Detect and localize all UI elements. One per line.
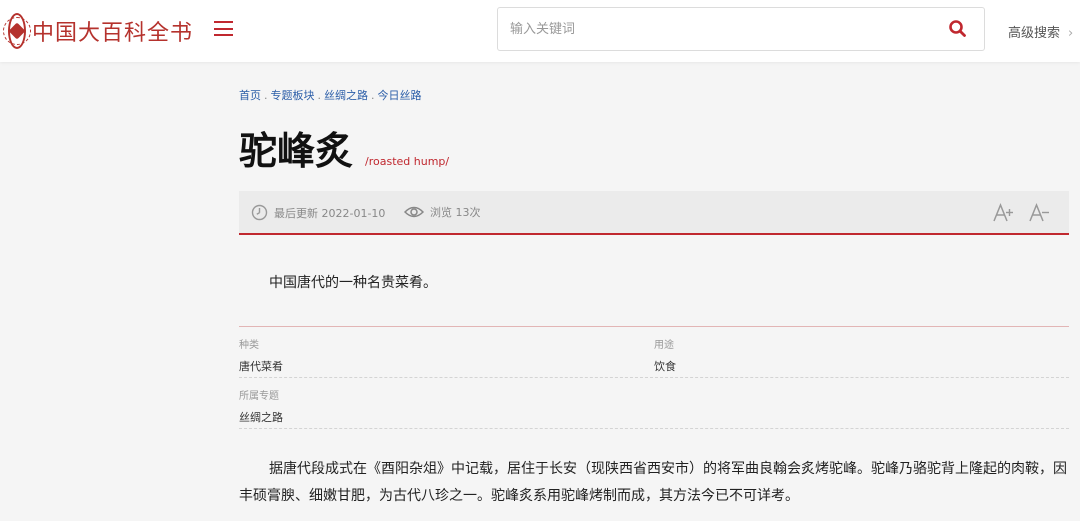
breadcrumb-today-silk-road[interactable]: 今日丝路	[378, 89, 422, 102]
view-count: 浏览 13次	[404, 204, 481, 220]
advanced-search-label: 高级搜索	[1008, 26, 1061, 41]
info-category-value: 唐代菜肴	[239, 360, 283, 373]
eye-icon	[404, 206, 424, 218]
hamburger-menu-icon[interactable]	[214, 21, 236, 39]
info-row-divider	[239, 377, 1069, 378]
breadcrumb-topics[interactable]: 专题板块	[271, 89, 315, 102]
font-increase-icon[interactable]	[991, 201, 1015, 225]
breadcrumb: 首页. 专题板块. 丝绸之路. 今日丝路	[239, 87, 422, 103]
info-topic-link[interactable]: 丝绸之路	[239, 411, 283, 424]
breadcrumb-separator: .	[264, 89, 268, 102]
info-category-label: 种类	[239, 340, 259, 351]
info-usage: 用途 饮食	[654, 336, 676, 374]
chevron-right-icon: ›	[1068, 26, 1074, 41]
breadcrumb-home[interactable]: 首页	[239, 89, 261, 102]
info-usage-value: 饮食	[654, 360, 676, 373]
info-divider	[239, 326, 1069, 327]
search-box	[497, 7, 985, 51]
font-decrease-icon[interactable]	[1027, 201, 1051, 225]
info-usage-label: 用途	[654, 340, 674, 351]
logo-text: 中国大百科全书	[31, 21, 193, 46]
breadcrumb-silk-road[interactable]: 丝绸之路	[324, 89, 368, 102]
seal-logo-icon	[2, 13, 31, 49]
english-title: /roasted hump/	[365, 155, 450, 168]
article-title-row: 驼峰炙 /roasted hump/	[239, 128, 449, 174]
site-logo[interactable]: 中国大百科全书	[2, 12, 193, 50]
clock-icon	[251, 204, 268, 221]
last-updated-text: 最后更新 2022-01-10	[274, 206, 386, 220]
search-icon[interactable]	[948, 19, 968, 39]
site-header: 中国大百科全书 高级搜索 ›	[0, 0, 1080, 62]
advanced-search-link[interactable]: 高级搜索 ›	[1008, 22, 1073, 41]
article-meta-bar: 最后更新 2022-01-10 浏览 13次	[239, 191, 1069, 235]
page-title: 驼峰炙	[239, 129, 354, 173]
article-body-paragraph: 据唐代段成式在《酉阳杂俎》中记载，居住于长安（现陕西省西安市）的将军曲良翰会炙烤…	[239, 461, 1067, 504]
search-input[interactable]	[498, 8, 928, 50]
info-row-divider	[239, 428, 1069, 429]
last-updated: 最后更新 2022-01-10	[251, 204, 385, 221]
info-category: 种类 唐代菜肴	[239, 336, 283, 374]
breadcrumb-separator: .	[317, 89, 322, 102]
info-topic: 所属专题 丝绸之路	[239, 387, 283, 425]
breadcrumb-separator: .	[371, 89, 375, 102]
info-topic-label: 所属专题	[239, 391, 279, 402]
article-summary: 中国唐代的一种名贵菜肴。	[269, 275, 437, 291]
view-count-text: 浏览 13次	[430, 206, 481, 219]
